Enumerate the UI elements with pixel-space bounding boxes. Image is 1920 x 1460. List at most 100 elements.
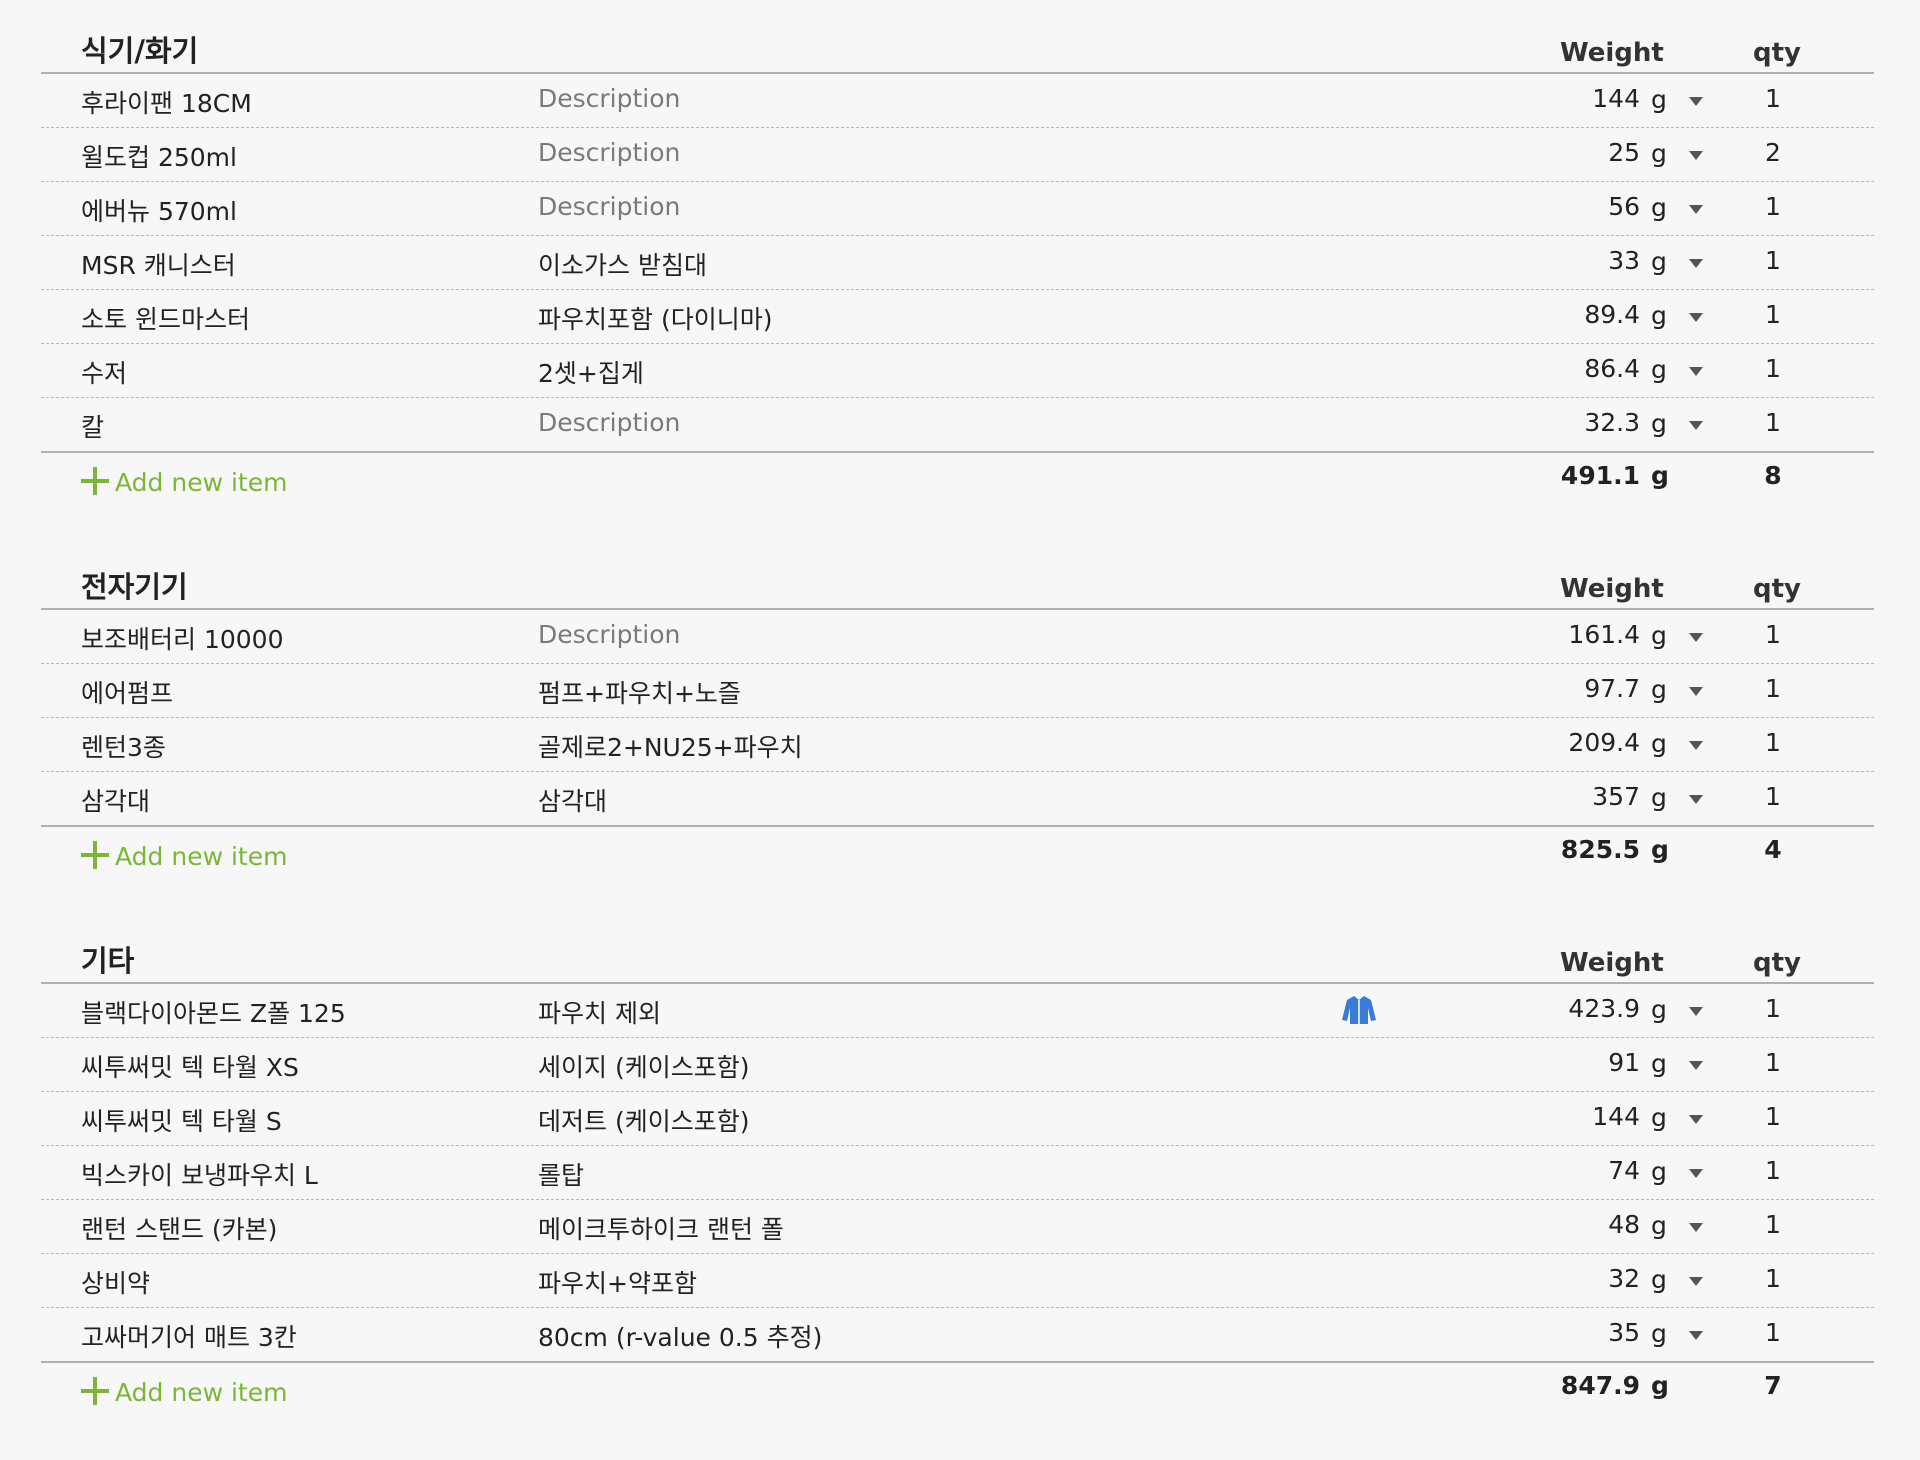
- item-name-field[interactable]: 칼: [81, 408, 104, 444]
- item-description-field[interactable]: Description: [538, 620, 680, 649]
- item-name-field[interactable]: 상비약: [81, 1264, 150, 1300]
- unit-select[interactable]: g: [1651, 301, 1711, 333]
- item-qty-field[interactable]: 1: [1753, 674, 1793, 703]
- add-new-item-button[interactable]: Add new item: [81, 841, 287, 871]
- item-name-field[interactable]: 빅스카이 보냉파우치 L: [81, 1156, 318, 1192]
- item-name-field[interactable]: 보조배터리 10000: [81, 620, 283, 656]
- unit-select[interactable]: g: [1651, 1049, 1711, 1081]
- item-description-field[interactable]: 삼각대: [538, 782, 607, 818]
- item-qty-field[interactable]: 1: [1753, 1048, 1793, 1077]
- item-qty-field[interactable]: 1: [1753, 1210, 1793, 1239]
- item-name-field[interactable]: MSR 캐니스터: [81, 246, 236, 282]
- item-name-field[interactable]: 소토 윈드마스터: [81, 300, 250, 336]
- item-name-field[interactable]: 렌턴3종: [81, 728, 166, 764]
- unit-select[interactable]: g: [1651, 1103, 1711, 1135]
- unit-select[interactable]: g: [1651, 1211, 1711, 1243]
- item-weight-field[interactable]: 357: [1592, 782, 1640, 811]
- item-name-field[interactable]: 씨투써밋 텍 타월 S: [81, 1102, 282, 1138]
- item-weight-field[interactable]: 91: [1608, 1048, 1640, 1077]
- item-qty-field[interactable]: 1: [1753, 782, 1793, 811]
- category-title[interactable]: 기타: [81, 938, 134, 980]
- unit-select[interactable]: g: [1651, 783, 1711, 815]
- item-weight-field[interactable]: 32.3: [1584, 408, 1640, 437]
- item-name-field[interactable]: 고싸머기어 매트 3칸: [81, 1318, 297, 1354]
- item-description-field[interactable]: 80cm (r-value 0.5 추정): [538, 1318, 822, 1354]
- item-name-field[interactable]: 에버뉴 570ml: [81, 192, 237, 228]
- unit-select[interactable]: g: [1651, 247, 1711, 279]
- item-description-field[interactable]: Description: [538, 408, 680, 437]
- item-qty-field[interactable]: 1: [1753, 728, 1793, 757]
- item-qty-field[interactable]: 1: [1753, 1318, 1793, 1347]
- item-name-field[interactable]: 삼각대: [81, 782, 150, 818]
- item-description-field[interactable]: 롤탑: [538, 1156, 584, 1192]
- item-name-field[interactable]: 블랙다이아몬드 Z폴 125: [81, 994, 346, 1030]
- add-new-item-button[interactable]: Add new item: [81, 467, 287, 497]
- dropdown-arrow-icon: [1689, 1061, 1703, 1070]
- category-title[interactable]: 식기/화기: [81, 28, 198, 70]
- item-description-field[interactable]: 파우치+약포함: [538, 1264, 697, 1300]
- item-qty-field[interactable]: 2: [1753, 138, 1793, 167]
- item-weight-field[interactable]: 144: [1592, 1102, 1640, 1131]
- dropdown-arrow-icon: [1689, 97, 1703, 106]
- item-qty-field[interactable]: 1: [1753, 300, 1793, 329]
- item-description-field[interactable]: 세이지 (케이스포함): [538, 1048, 749, 1084]
- item-name-field[interactable]: 에어펌프: [81, 674, 173, 710]
- unit-select[interactable]: g: [1651, 1157, 1711, 1189]
- item-weight-field[interactable]: 86.4: [1584, 354, 1640, 383]
- item-description-field[interactable]: 데저트 (케이스포함): [538, 1102, 749, 1138]
- item-weight-field[interactable]: 25: [1608, 138, 1640, 167]
- item-weight-field[interactable]: 35: [1608, 1318, 1640, 1347]
- item-description-field[interactable]: 파우치포함 (다이니마): [538, 300, 772, 336]
- item-qty-field[interactable]: 1: [1753, 84, 1793, 113]
- item-weight-field[interactable]: 97.7: [1584, 674, 1640, 703]
- unit-select[interactable]: g: [1651, 1265, 1711, 1297]
- category-title[interactable]: 전자기기: [81, 564, 188, 606]
- add-new-item-button[interactable]: Add new item: [81, 1377, 287, 1407]
- item-weight-field[interactable]: 74: [1608, 1156, 1640, 1185]
- item-qty-field[interactable]: 1: [1753, 1156, 1793, 1185]
- item-qty-field[interactable]: 1: [1753, 1264, 1793, 1293]
- item-weight-field[interactable]: 144: [1592, 84, 1640, 113]
- item-description-field[interactable]: Description: [538, 192, 680, 221]
- item-description-field[interactable]: 메이크투하이크 랜턴 폴: [538, 1210, 784, 1246]
- add-new-item-label: Add new item: [115, 1378, 288, 1407]
- item-qty-field[interactable]: 1: [1753, 620, 1793, 649]
- item-weight-field[interactable]: 56: [1608, 192, 1640, 221]
- item-qty-field[interactable]: 1: [1753, 246, 1793, 275]
- unit-select[interactable]: g: [1651, 193, 1711, 225]
- item-weight-field[interactable]: 209.4: [1568, 728, 1640, 757]
- jacket-icon[interactable]: [1341, 994, 1377, 1026]
- unit-select[interactable]: g: [1651, 139, 1711, 171]
- item-qty-field[interactable]: 1: [1753, 1102, 1793, 1131]
- item-weight-field[interactable]: 33: [1608, 246, 1640, 275]
- item-description-field[interactable]: 골제로2+NU25+파우치: [538, 728, 803, 764]
- unit-select[interactable]: g: [1651, 675, 1711, 707]
- item-qty-field[interactable]: 1: [1753, 354, 1793, 383]
- unit-select[interactable]: g: [1651, 995, 1711, 1027]
- unit-select[interactable]: g: [1651, 85, 1711, 117]
- item-name-field[interactable]: 윌도컵 250ml: [81, 138, 237, 174]
- item-description-field[interactable]: Description: [538, 84, 680, 113]
- item-description-field[interactable]: 2셋+집게: [538, 354, 644, 390]
- unit-select[interactable]: g: [1651, 729, 1711, 761]
- item-weight-field[interactable]: 48: [1608, 1210, 1640, 1239]
- item-weight-field[interactable]: 89.4: [1584, 300, 1640, 329]
- item-description-field[interactable]: Description: [538, 138, 680, 167]
- item-qty-field[interactable]: 1: [1753, 994, 1793, 1023]
- item-name-field[interactable]: 후라이팬 18CM: [81, 84, 252, 120]
- item-weight-field[interactable]: 423.9: [1568, 994, 1640, 1023]
- item-name-field[interactable]: 씨투써밋 텍 타월 XS: [81, 1048, 299, 1084]
- item-qty-field[interactable]: 1: [1753, 192, 1793, 221]
- item-qty-field[interactable]: 1: [1753, 408, 1793, 437]
- item-description-field[interactable]: 파우치 제외: [538, 994, 661, 1030]
- item-name-field[interactable]: 수저: [81, 354, 127, 390]
- item-description-field[interactable]: 이소가스 받침대: [538, 246, 707, 282]
- item-name-field[interactable]: 랜턴 스탠드 (카본): [81, 1210, 277, 1246]
- unit-select[interactable]: g: [1651, 409, 1711, 441]
- unit-select[interactable]: g: [1651, 1319, 1711, 1351]
- unit-select[interactable]: g: [1651, 355, 1711, 387]
- unit-select[interactable]: g: [1651, 621, 1711, 653]
- item-weight-field[interactable]: 32: [1608, 1264, 1640, 1293]
- item-description-field[interactable]: 펌프+파우치+노즐: [538, 674, 741, 710]
- item-weight-field[interactable]: 161.4: [1568, 620, 1640, 649]
